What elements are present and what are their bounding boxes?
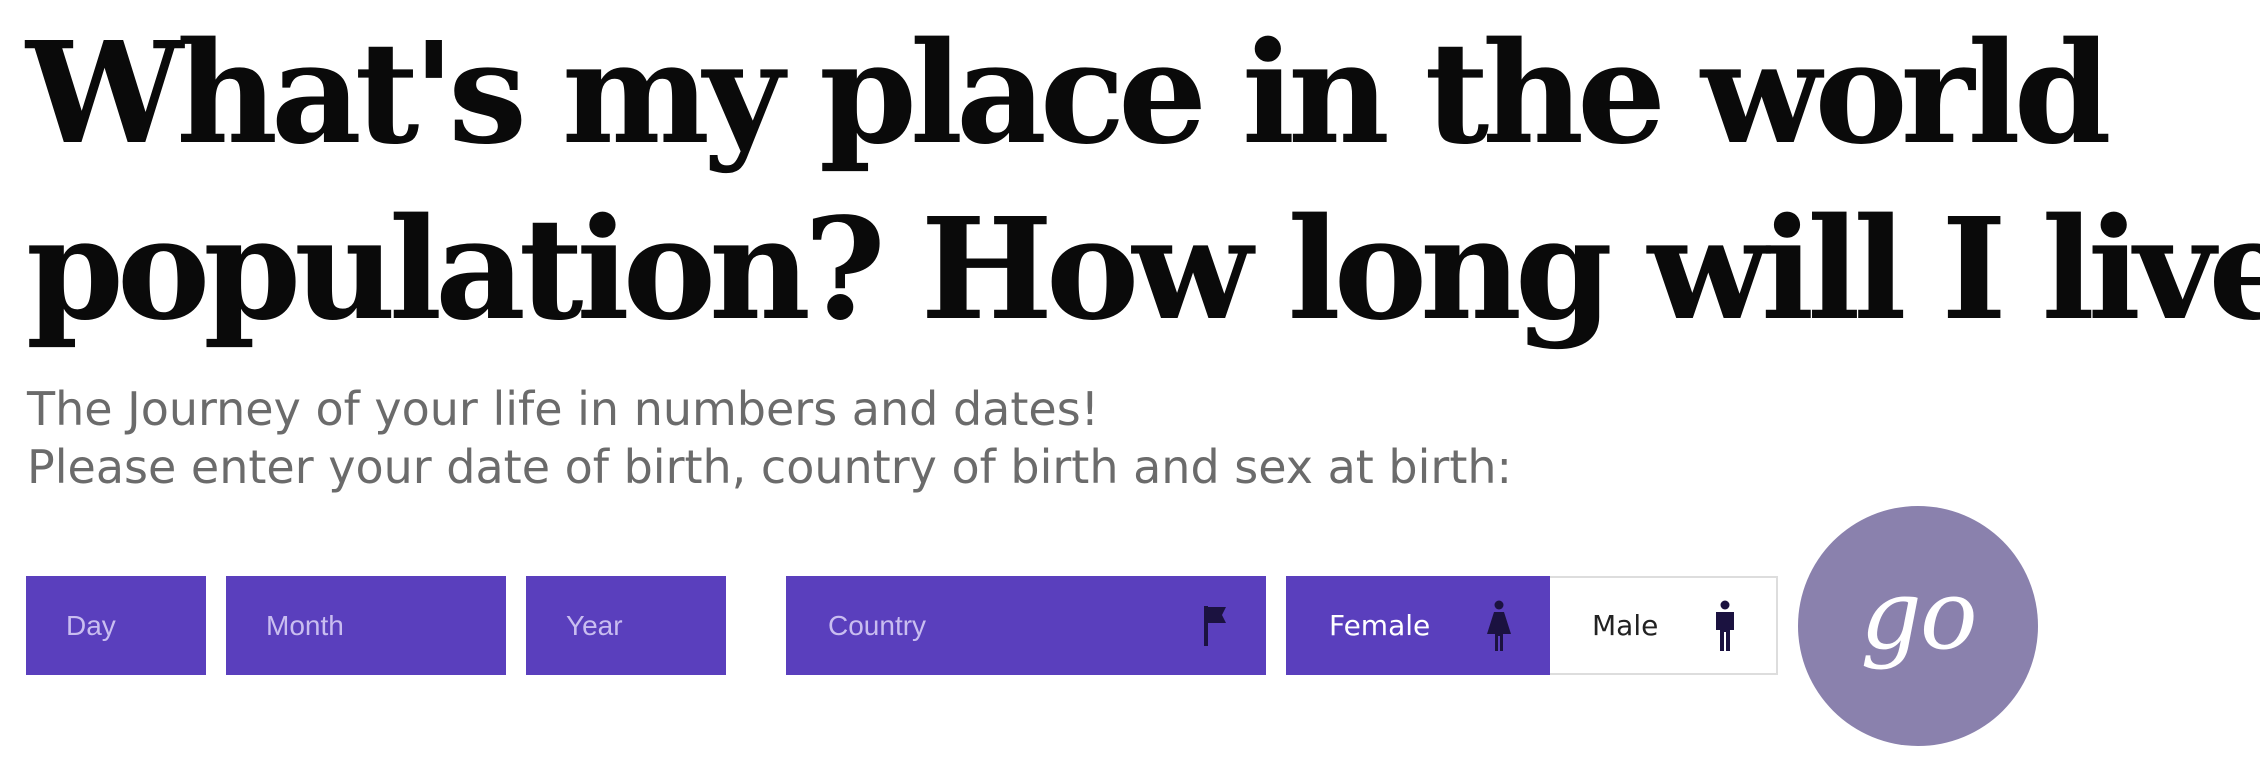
page-title-line-2: population? How long will I live? <box>26 188 2260 352</box>
female-option[interactable]: Female <box>1286 576 1550 675</box>
go-button-label: go <box>1860 559 1977 671</box>
male-label: Male <box>1592 609 1659 642</box>
year-select[interactable]: Year <box>526 576 726 675</box>
page-title-line-1: What's my place in the world <box>26 12 2112 176</box>
country-placeholder: Country <box>828 609 927 641</box>
male-option[interactable]: Male <box>1550 578 1776 673</box>
sex-toggle: Female Male <box>1286 576 1778 675</box>
subtitle-line-1: The Journey of your life in numbers and … <box>27 382 1100 436</box>
day-select[interactable]: Day <box>26 576 206 675</box>
female-label: Female <box>1329 609 1431 642</box>
page-title: What's my place in the world population?… <box>26 6 2260 358</box>
male-person-icon <box>1716 600 1734 651</box>
year-placeholder: Year <box>566 609 623 641</box>
month-select[interactable]: Month <box>226 576 506 675</box>
go-button[interactable]: go <box>1798 506 2038 746</box>
country-select[interactable]: Country <box>786 576 1266 675</box>
month-placeholder: Month <box>266 609 344 641</box>
flag-icon <box>1204 605 1226 646</box>
female-person-icon <box>1487 600 1511 651</box>
page-subtitle: The Journey of your life in numbers and … <box>27 380 1512 496</box>
day-placeholder: Day <box>66 609 116 641</box>
subtitle-line-2: Please enter your date of birth, country… <box>27 440 1513 494</box>
